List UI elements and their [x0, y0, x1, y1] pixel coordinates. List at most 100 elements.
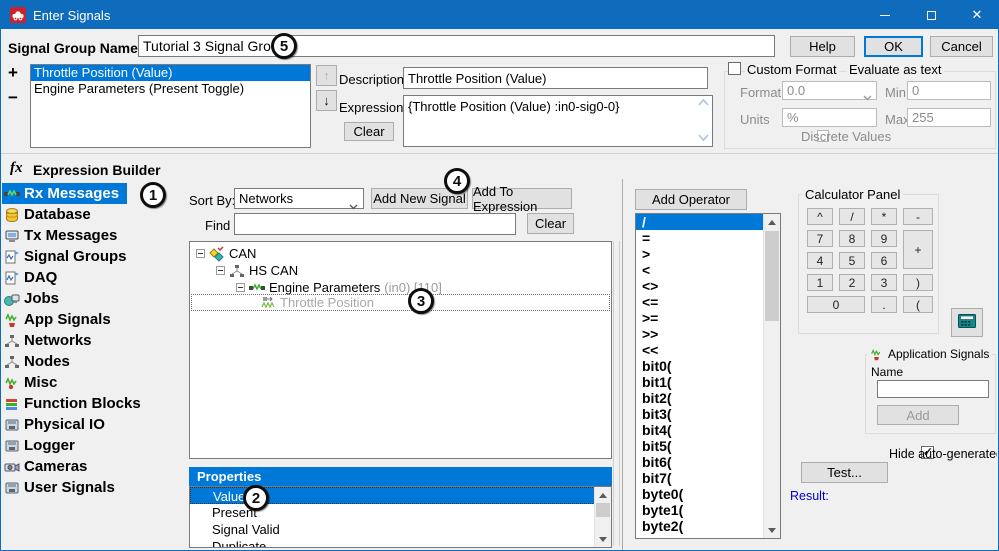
calc-key-minus[interactable]: - [903, 208, 933, 225]
operator-item[interactable]: >= [636, 310, 763, 326]
tree-node-can[interactable]: CAN [196, 245, 256, 262]
sidebar-item-misc[interactable]: Misc [2, 372, 65, 393]
operator-item[interactable]: / [636, 214, 763, 230]
operator-item[interactable]: > [636, 246, 763, 262]
help-button[interactable]: Help [790, 36, 855, 57]
operator-item[interactable]: >> [636, 326, 763, 342]
find-clear-button[interactable]: Clear [527, 213, 574, 234]
operator-item[interactable]: bit0( [636, 358, 763, 374]
operator-item[interactable]: bit6( [636, 454, 763, 470]
custom-format-checkbox[interactable] [728, 62, 741, 75]
calc-key-1[interactable]: 1 [807, 274, 833, 291]
sidebar-item-jobs[interactable]: Jobs [2, 288, 67, 309]
ok-button[interactable]: OK [864, 36, 923, 57]
scroll-down-arrow[interactable] [595, 531, 611, 547]
scroll-up-arrow[interactable] [595, 487, 611, 503]
calc-key-6[interactable]: 6 [871, 252, 897, 269]
calc-key-plus[interactable]: + [903, 230, 933, 269]
operator-item[interactable]: bit1( [636, 374, 763, 390]
calc-key-3[interactable]: 3 [871, 274, 897, 291]
calc-key-5[interactable]: 5 [839, 252, 865, 269]
sidebar-item-physical-io[interactable]: Physical IO [2, 414, 113, 435]
collapse-icon[interactable] [216, 266, 225, 275]
properties-scrollbar[interactable] [594, 487, 611, 547]
find-input[interactable] [234, 213, 516, 235]
operator-item[interactable]: byte2( [636, 518, 763, 534]
units-input[interactable] [782, 108, 877, 127]
scroll-up-icon[interactable] [698, 98, 709, 109]
max-input[interactable] [907, 108, 991, 127]
add-app-signal-button[interactable]: Add [877, 405, 959, 425]
operator-item[interactable]: bit3( [636, 406, 763, 422]
operator-item[interactable]: < [636, 262, 763, 278]
expression-box[interactable]: {Throttle Position (Value) :in0-sig0-0} [403, 95, 713, 147]
tree-scrollbar[interactable] [613, 241, 620, 546]
calc-key-8[interactable]: 8 [839, 230, 865, 247]
operator-item[interactable]: = [636, 230, 763, 246]
maximize-button[interactable] [908, 1, 954, 29]
list-item[interactable]: Throttle Position (Value) [31, 65, 310, 81]
sidebar-item-database[interactable]: Database [2, 204, 99, 225]
tree-node-hs-can[interactable]: HS CAN [216, 262, 298, 279]
collapse-icon[interactable] [236, 283, 245, 292]
operator-item[interactable]: <= [636, 294, 763, 310]
sidebar-item-tx-messages[interactable]: Tx Messages [2, 225, 125, 246]
move-up-button[interactable]: ↑ [316, 65, 337, 86]
format-dropdown[interactable]: 0.0 [782, 81, 877, 100]
calc-key-divide[interactable]: / [839, 208, 865, 225]
calc-key-power[interactable]: ^ [807, 208, 833, 225]
list-item[interactable]: Engine Parameters (Present Toggle) [31, 81, 310, 97]
min-input[interactable] [907, 81, 991, 100]
sidebar-item-rx-messages[interactable]: Rx Messages [2, 183, 127, 204]
add-operator-button[interactable]: Add Operator [635, 189, 747, 210]
sidebar-item-app-signals[interactable]: App Signals [2, 309, 119, 330]
scrollbar-thumb[interactable] [596, 503, 610, 517]
sort-by-dropdown[interactable]: Networks [234, 188, 364, 209]
operator-item[interactable]: <> [636, 278, 763, 294]
collapse-icon[interactable] [196, 249, 205, 258]
signal-group-list[interactable]: Throttle Position (Value) Engine Paramet… [30, 64, 311, 148]
signal-group-name-input[interactable] [138, 35, 775, 57]
sidebar-item-signal-groups[interactable]: Signal Groups [2, 246, 135, 267]
add-signal-button[interactable]: + [8, 64, 18, 81]
sidebar-item-daq[interactable]: DAQ [2, 267, 65, 288]
sidebar-item-function-blocks[interactable]: Function Blocks [2, 393, 149, 414]
calc-key-7[interactable]: 7 [807, 230, 833, 247]
titlebar[interactable]: Enter Signals ✕ [1, 1, 998, 29]
operator-item[interactable]: bit2( [636, 390, 763, 406]
calc-key-2[interactable]: 2 [839, 274, 865, 291]
operator-item[interactable]: byte1( [636, 502, 763, 518]
calc-key-multiply[interactable]: * [871, 208, 897, 225]
cancel-button[interactable]: Cancel [930, 36, 993, 57]
move-down-button[interactable]: ↓ [316, 90, 337, 111]
operator-list[interactable]: / = > < <> <= >= >> << bit0( bit1( bit2(… [635, 213, 781, 539]
app-signal-name-input[interactable] [877, 380, 989, 398]
operator-item[interactable]: << [636, 342, 763, 358]
property-item-signal-valid[interactable]: Signal Valid [190, 521, 611, 538]
calculator-toggle-button[interactable] [951, 308, 983, 337]
remove-signal-button[interactable]: − [8, 89, 18, 106]
sidebar-item-logger[interactable]: Logger [2, 435, 83, 456]
sidebar-item-user-signals[interactable]: User Signals [2, 477, 123, 498]
scroll-up-arrow[interactable] [764, 214, 780, 230]
scroll-down-icon[interactable] [698, 133, 709, 144]
calc-key-0[interactable]: 0 [807, 296, 865, 313]
calc-key-close-paren[interactable]: ) [903, 274, 933, 291]
operator-item[interactable]: byte0( [636, 486, 763, 502]
close-button[interactable]: ✕ [954, 1, 999, 29]
scrollbar-thumb[interactable] [765, 231, 779, 321]
scroll-down-arrow[interactable] [764, 522, 780, 538]
calc-key-4[interactable]: 4 [807, 252, 833, 269]
operator-item[interactable]: bit7( [636, 470, 763, 486]
sidebar-item-nodes[interactable]: Nodes [2, 351, 78, 372]
operator-scrollbar[interactable] [763, 214, 780, 538]
calc-key-decimal[interactable]: . [871, 296, 897, 313]
minimize-button[interactable] [862, 1, 908, 29]
clear-expression-button[interactable]: Clear [344, 122, 394, 141]
sidebar-item-networks[interactable]: Networks [2, 330, 100, 351]
description-input[interactable] [403, 67, 708, 89]
operator-item[interactable]: bit5( [636, 438, 763, 454]
operator-item[interactable]: bit4( [636, 422, 763, 438]
tree-node-throttle-position[interactable]: Throttle Position [191, 294, 610, 311]
calc-key-9[interactable]: 9 [871, 230, 897, 247]
